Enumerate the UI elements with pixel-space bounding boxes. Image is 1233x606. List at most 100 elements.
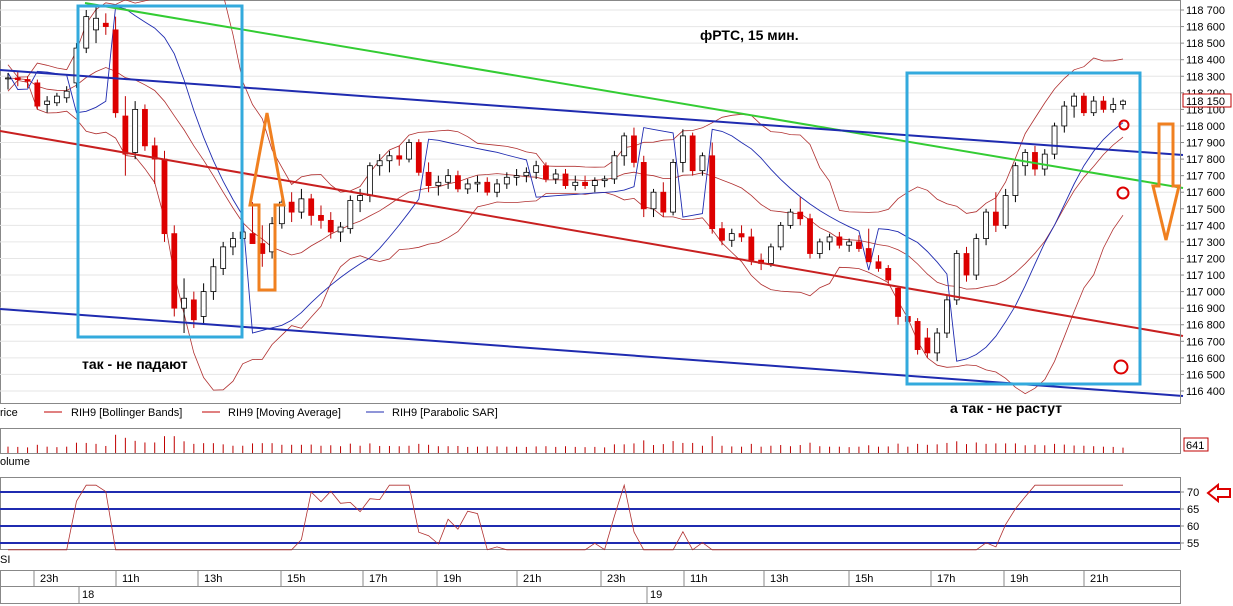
y-tick-label: 117 600 (1186, 187, 1225, 199)
candle-body (14, 77, 21, 80)
time-tick-label: 19h (443, 573, 461, 585)
candle-body (5, 77, 11, 80)
candle-body (63, 90, 70, 99)
candle-body (1100, 100, 1107, 110)
candle-body (983, 211, 989, 240)
candle-body (181, 297, 187, 309)
candle-body (1080, 95, 1087, 114)
candle-body (944, 299, 950, 334)
candle-body (621, 135, 628, 157)
candle-body (611, 155, 618, 180)
candle-body (709, 155, 716, 230)
y-tick-label: 118 400 (1186, 55, 1225, 67)
candle-body (640, 161, 647, 210)
time-tick-label: 17h (369, 573, 387, 585)
date-label: 19 (650, 589, 662, 601)
candle-body (660, 191, 667, 213)
y-tick-label: 118 600 (1186, 22, 1225, 34)
time-tick-label: 15h (855, 573, 873, 585)
candle-body (34, 82, 41, 107)
time-tick-label: 17h (937, 573, 955, 585)
candle-body (816, 241, 823, 254)
candle-body (1041, 153, 1048, 170)
y-tick-label: 116 900 (1186, 303, 1225, 315)
candle-body (963, 253, 970, 276)
time-tick-label: 13h (204, 573, 222, 585)
y-tick-label: 117 500 (1186, 204, 1225, 216)
last-price-label: 118 150 (1186, 96, 1225, 108)
candle-body (591, 180, 598, 186)
candle-body (679, 135, 686, 163)
candle-body (366, 165, 373, 196)
time-tick-label: 21h (523, 573, 541, 585)
candle-body (1110, 104, 1117, 110)
date-label: 18 (82, 589, 94, 601)
y-tick-label: 117 800 (1186, 154, 1225, 166)
candle-body (631, 135, 637, 163)
y-tick-label: 118 700 (1186, 5, 1225, 17)
candle-body (445, 175, 452, 183)
rsi-label: SI (0, 554, 10, 566)
legend-item-parabolic-sar: RIH9 [Parabolic SAR] (392, 407, 498, 419)
candle-body (161, 158, 168, 235)
candle-body (249, 233, 256, 244)
candle-body (406, 142, 412, 160)
candle-body (54, 95, 60, 104)
y-tick-label: 116 600 (1186, 353, 1225, 365)
candle-body (689, 135, 696, 172)
volume-label: olume (0, 456, 30, 468)
y-tick-label: 117 900 (1186, 138, 1225, 150)
candle-body (171, 233, 178, 309)
y-tick-label: 117 700 (1186, 171, 1225, 183)
time-tick-label: 15h (287, 573, 305, 585)
candle-body (513, 175, 520, 178)
candle-body (1061, 105, 1068, 127)
time-tick-label: 23h (607, 573, 625, 585)
time-tick-label: 13h (770, 573, 788, 585)
candle-body (230, 238, 236, 248)
y-tick-label: 118 500 (1186, 38, 1225, 50)
chart-title: фРТС, 15 мин. (700, 27, 799, 43)
candle-body (210, 266, 217, 293)
candle-body (1012, 165, 1019, 196)
candle-body (415, 142, 422, 173)
y-tick-label: 116 800 (1186, 320, 1225, 332)
time-tick-label: 19h (1010, 573, 1028, 585)
candle-body (318, 215, 324, 221)
candle-body (572, 181, 579, 186)
y-tick-label: 117 200 (1186, 253, 1225, 265)
candle-body (777, 224, 784, 248)
candle-body (132, 108, 139, 153)
candle-body (288, 201, 295, 213)
candle-body (953, 253, 960, 301)
candle-body (44, 100, 51, 105)
candle-body (1090, 100, 1097, 114)
candle-body (865, 248, 872, 263)
time-tick-label: 21h (1090, 573, 1108, 585)
candle-body (190, 299, 197, 321)
candle-body (474, 181, 481, 185)
candle-body (797, 211, 804, 220)
candle-body (494, 183, 500, 193)
candle-body (484, 181, 491, 193)
time-tick-label: 11h (690, 573, 708, 585)
candle-body (523, 171, 530, 177)
candle-body (396, 155, 403, 160)
candle-body (582, 181, 588, 186)
candle-body (455, 175, 461, 190)
legend-item-bollinger: RIH9 [Bollinger Bands] (71, 407, 182, 419)
candle-body (464, 183, 471, 190)
candle-body (826, 236, 833, 243)
rsi-arrow-icon (1206, 482, 1231, 504)
candle-body (767, 246, 774, 264)
candle-body (1032, 152, 1038, 170)
candle-body (122, 115, 129, 155)
candle-body (337, 226, 344, 233)
rsi-axis: 70 65 60 55 (1180, 487, 1199, 550)
legend: rice RIH9 [Bollinger Bands] RIH9 [Moving… (0, 407, 498, 419)
candle-body (112, 29, 119, 114)
candle-body (357, 195, 364, 201)
candle-body (327, 219, 334, 233)
candle-body (376, 160, 383, 167)
candle-body (650, 191, 657, 210)
